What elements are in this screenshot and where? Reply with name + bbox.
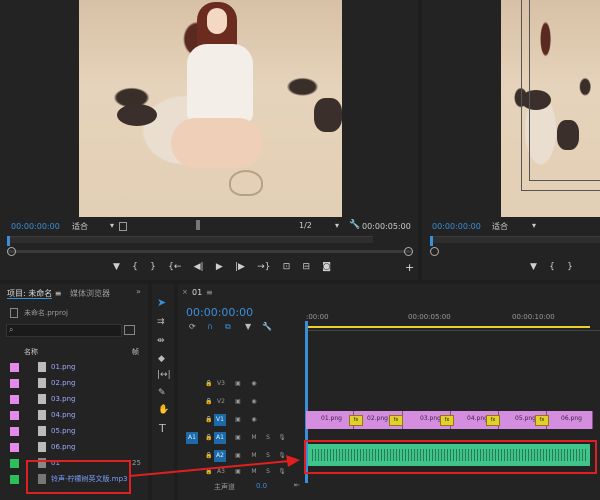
arrow-line bbox=[129, 460, 291, 477]
drag-arrow bbox=[129, 455, 300, 477]
arrow-head bbox=[286, 455, 300, 467]
